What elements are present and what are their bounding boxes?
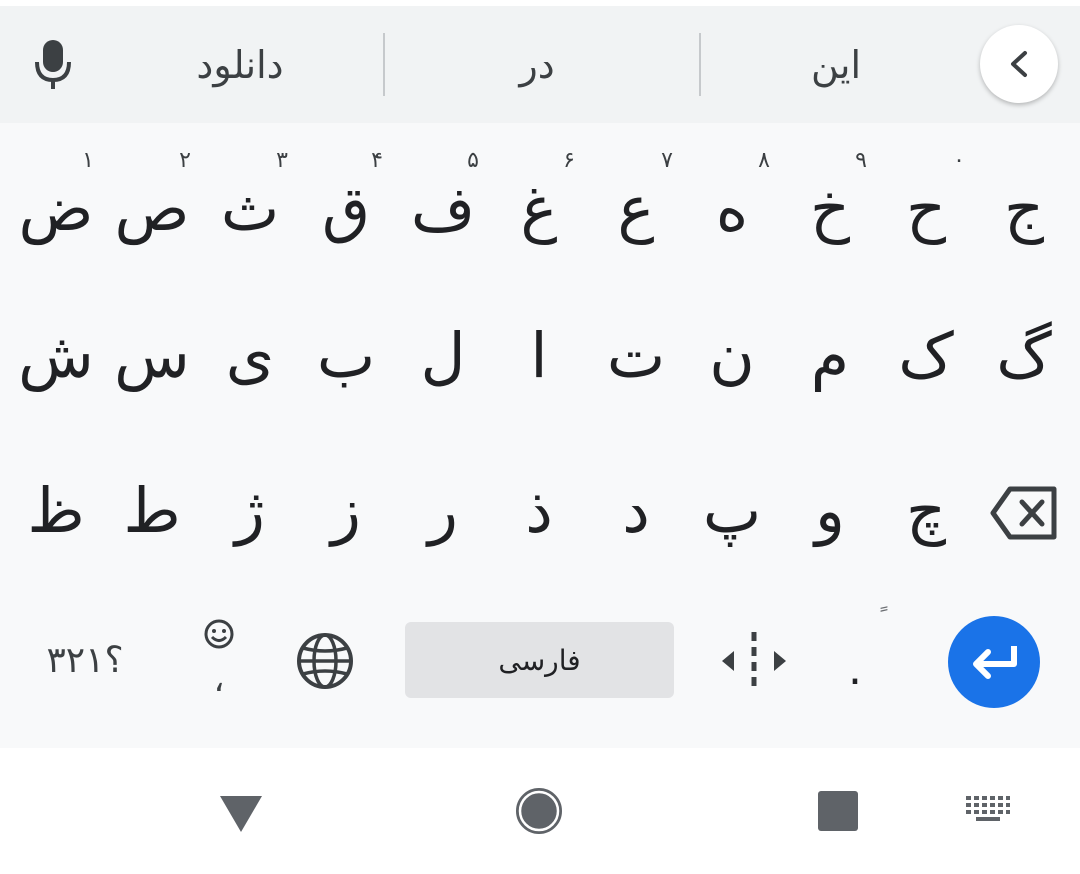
key[interactable]: ب [298,290,394,420]
keyboard-icon[interactable] [966,796,1010,824]
symbols-key[interactable]: ؟۳۲۱ [30,630,140,690]
key[interactable]: ذ [491,445,587,575]
key[interactable]: غ [491,143,587,273]
key[interactable]: ح [878,143,974,273]
comma-label: ، [213,660,225,700]
key[interactable]: ژ [202,445,298,575]
key[interactable]: خ [782,143,878,273]
key[interactable]: چ [878,445,974,575]
key[interactable]: ک [878,290,974,420]
key[interactable]: ق [298,143,394,273]
key[interactable]: د [588,445,684,575]
key[interactable]: ج [976,143,1072,273]
cursor-control-key[interactable] [720,630,788,696]
key[interactable]: ن [684,290,780,420]
backspace-button[interactable] [990,486,1058,544]
emoji-comma-key[interactable]: ، [186,614,252,704]
back-triangle-icon[interactable] [218,794,264,834]
collapse-suggestions-button[interactable] [980,25,1058,103]
key[interactable]: و [782,445,878,575]
key[interactable]: ز [298,445,394,575]
key[interactable]: ظ [8,445,104,575]
key[interactable]: ع [588,143,684,273]
recents-square-icon[interactable] [817,790,859,832]
mic-icon[interactable] [34,40,72,94]
chevron-left-icon [1011,51,1027,77]
key[interactable]: ر [395,445,491,575]
key[interactable]: ط [104,445,200,575]
enter-icon [973,646,1017,679]
key[interactable]: ف [395,143,491,273]
key[interactable]: ش [8,290,104,420]
key[interactable]: ا [491,290,587,420]
enter-button[interactable] [948,616,1040,708]
globe-icon [297,633,353,689]
key[interactable]: گ [976,290,1072,420]
suggestion-1[interactable]: دانلود [90,6,390,123]
navigation-bar [0,748,1080,874]
key[interactable]: ه [684,143,780,273]
key[interactable]: م [782,290,878,420]
home-circle-icon[interactable] [514,786,564,836]
cursor-move-icon [722,632,786,690]
key[interactable]: ض [8,143,104,273]
key[interactable]: ت [588,290,684,420]
suggestion-divider [383,33,385,96]
key[interactable]: پ [684,445,780,575]
key[interactable]: ث [202,143,298,273]
smiley-icon [204,619,234,649]
period-key[interactable]: ً . [830,604,910,704]
suggestion-3[interactable]: این [686,6,986,123]
key[interactable]: ی [202,290,298,420]
space-bar[interactable]: فارسی [405,622,674,698]
key[interactable]: ل [395,290,491,420]
key[interactable]: ص [104,143,200,273]
backspace-icon [990,486,1057,540]
language-switch-key[interactable] [296,632,354,694]
period-label: . [848,644,862,695]
key[interactable]: س [104,290,200,420]
suggestion-2[interactable]: در [387,6,687,123]
